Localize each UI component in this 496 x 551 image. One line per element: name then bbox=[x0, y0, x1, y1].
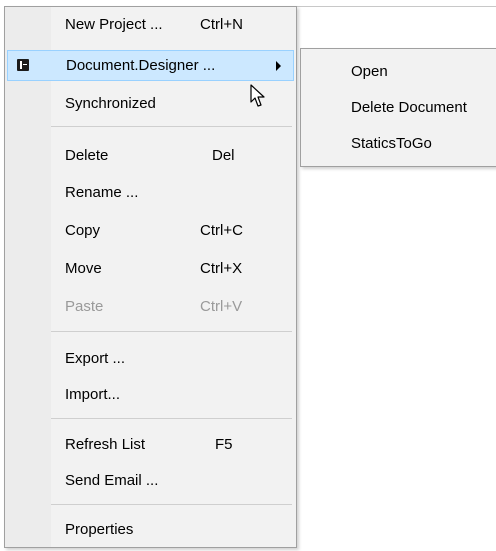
menu-item-label: New Project ... bbox=[65, 16, 163, 33]
menu-item-label: Copy bbox=[65, 222, 101, 239]
menu-item-send-email[interactable]: Send Email ... bbox=[7, 465, 294, 496]
document-icon bbox=[17, 59, 29, 71]
menu-item-properties[interactable]: Properties bbox=[7, 514, 294, 545]
menu-item-move[interactable]: Move Ctrl+X bbox=[7, 253, 294, 284]
submenu-item-staticstogo[interactable]: StaticsToGo bbox=[351, 135, 432, 152]
menu-item-shortcut: Ctrl+C bbox=[200, 222, 243, 239]
menu-separator bbox=[51, 418, 292, 419]
menu-item-shortcut: F5 bbox=[215, 436, 233, 453]
menu-item-label: Synchronized bbox=[65, 95, 156, 112]
menu-item-shortcut: Ctrl+N bbox=[200, 16, 243, 33]
menu-item-document-designer[interactable]: Document.Designer ... bbox=[7, 50, 294, 81]
menu-separator bbox=[51, 126, 292, 127]
menu-item-paste[interactable]: Paste Ctrl+V bbox=[7, 291, 294, 322]
menu-item-refresh-list[interactable]: Refresh List F5 bbox=[7, 429, 294, 460]
menu-item-shortcut: Ctrl+V bbox=[200, 298, 243, 315]
window-edge-line bbox=[297, 6, 496, 7]
menu-item-label: Export ... bbox=[65, 350, 126, 367]
menu-item-label: Properties bbox=[65, 521, 134, 538]
menu-item-export[interactable]: Export ... bbox=[7, 343, 294, 374]
menu-item-shortcut: Del bbox=[212, 147, 235, 164]
submenu-item-delete-document[interactable]: Delete Document bbox=[351, 99, 467, 116]
submenu-item-open[interactable]: Open bbox=[351, 63, 388, 80]
menu-separator bbox=[51, 504, 292, 505]
menu-item-label: Import... bbox=[65, 386, 121, 403]
menu-item-label: Delete bbox=[65, 147, 109, 164]
menu-separator bbox=[51, 331, 292, 332]
menu-item-shortcut: Ctrl+X bbox=[200, 260, 243, 277]
menu-item-import[interactable]: Import... bbox=[7, 379, 294, 410]
menu-item-copy[interactable]: Copy Ctrl+C bbox=[7, 215, 294, 246]
menu-item-label: Send Email ... bbox=[65, 472, 159, 489]
menu-item-label: Refresh List bbox=[65, 436, 146, 453]
menu-item-delete[interactable]: Delete Del bbox=[7, 140, 294, 171]
menu-item-new-project[interactable]: New Project ... Ctrl+N bbox=[7, 9, 294, 40]
menu-item-label: Paste bbox=[65, 298, 104, 315]
menu-item-rename[interactable]: Rename ... bbox=[7, 177, 294, 208]
menu-item-label: Rename ... bbox=[65, 184, 139, 201]
mouse-pointer-icon bbox=[250, 84, 265, 107]
document-designer-submenu: Open Delete Document StaticsToGo bbox=[300, 48, 496, 167]
menu-item-label: Document.Designer ... bbox=[66, 57, 216, 74]
menu-item-label: Move bbox=[65, 260, 102, 277]
chevron-right-icon bbox=[276, 61, 281, 71]
